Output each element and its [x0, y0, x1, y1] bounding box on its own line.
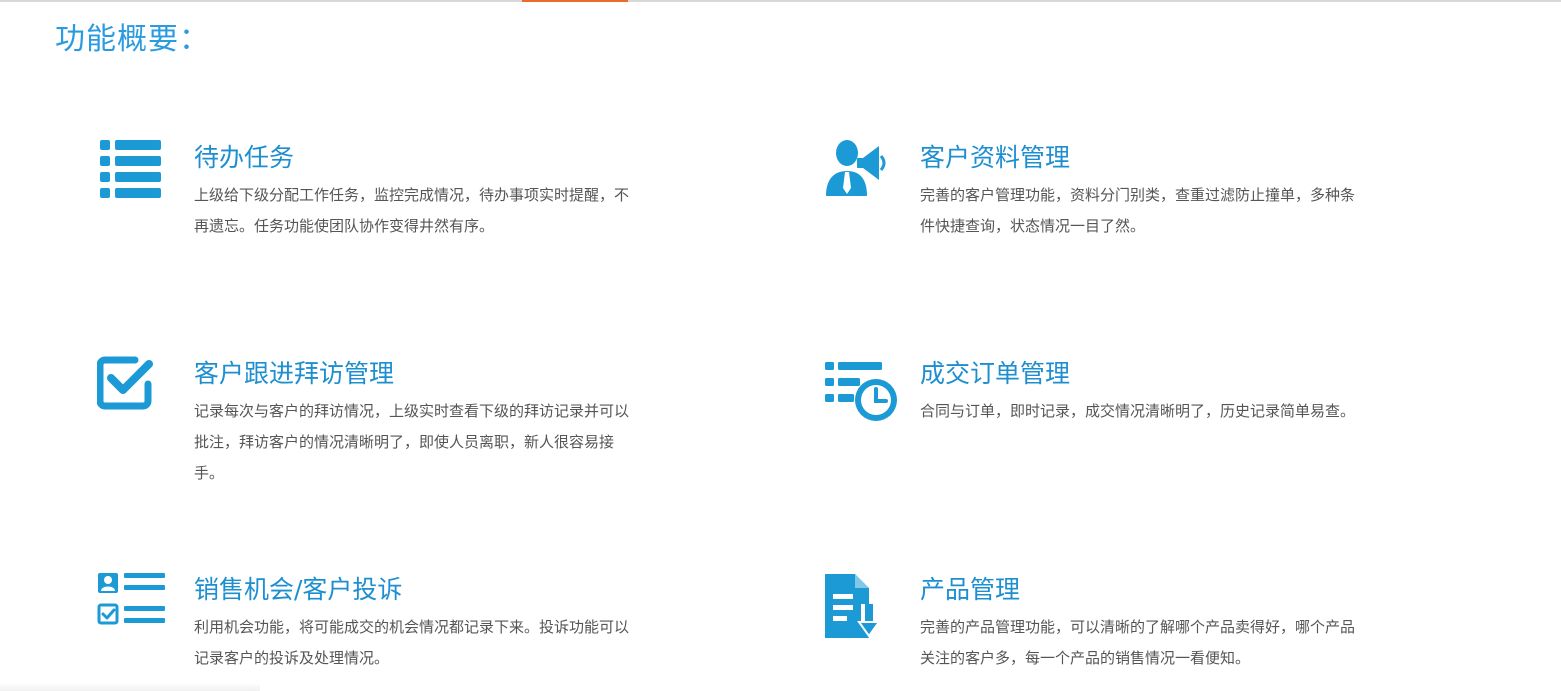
section-title: 功能概要： [55, 22, 210, 57]
customer-megaphone-icon [823, 138, 893, 208]
contact-checklist-icon [97, 570, 167, 640]
bottom-shadow [0, 683, 260, 691]
list-icon [97, 138, 167, 208]
feature-description: 合同与订单，即时记录，成交情况清晰明了，历史记录简单易查。 [920, 402, 1356, 420]
list-clock-icon [823, 354, 897, 424]
feature-title: 销售机会/客户投诉 [194, 575, 403, 604]
feature-title: 客户资料管理 [920, 143, 1071, 172]
feature-description: 完善的客户管理功能，资料分门别类，查重过滤防止撞单，多种条件快捷查询，状态情况一… [920, 186, 1356, 235]
top-border [0, 0, 1561, 2]
checkbox-icon [96, 354, 167, 424]
feature-title: 成交订单管理 [920, 359, 1071, 388]
feature-title: 待办任务 [194, 143, 295, 172]
feature-title: 客户跟进拜访管理 [194, 359, 395, 388]
feature-description: 利用机会功能，将可能成交的机会情况都记录下来。投诉功能可以记录客户的投诉及处理情… [194, 618, 630, 667]
feature-title: 产品管理 [920, 575, 1021, 604]
active-tab-indicator [522, 0, 628, 2]
feature-description: 上级给下级分配工作任务，监控完成情况，待办事项实时提醒，不再遗忘。任务功能使团队… [194, 186, 630, 235]
document-download-icon [823, 570, 893, 640]
feature-description: 记录每次与客户的拜访情况，上级实时查看下级的拜访记录并可以批注，拜访客户的情况清… [194, 402, 630, 482]
feature-description: 完善的产品管理功能，可以清晰的了解哪个产品卖得好，哪个产品关注的客户多，每一个产… [920, 618, 1356, 667]
